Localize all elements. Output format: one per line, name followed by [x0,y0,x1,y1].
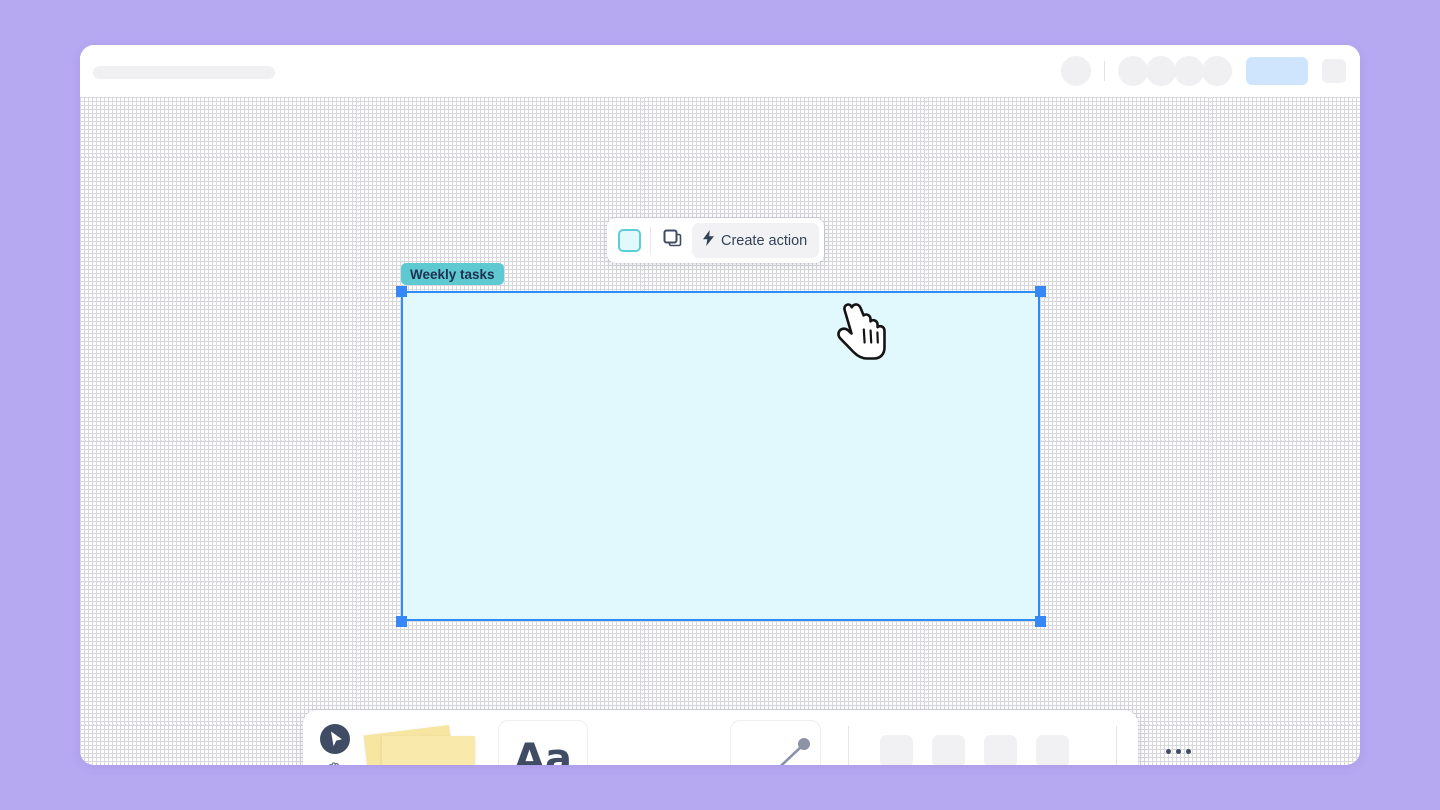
gridline-vertical [358,97,359,765]
selection-handle-bottom-left[interactable] [396,616,407,627]
avatar[interactable] [1174,56,1204,86]
app-window: Weekly tasks Create action Aa [80,45,1360,765]
gridline-vertical [1210,97,1211,765]
frame-icon [663,229,682,253]
canvas[interactable]: Weekly tasks Create action Aa [80,97,1360,765]
avatar[interactable] [1146,56,1176,86]
frame-label-text: Weekly tasks [410,266,495,282]
toolbar-placeholder-group [880,735,1069,765]
hand-icon[interactable] [324,762,353,765]
toolbar-placeholder-1[interactable] [880,735,913,765]
toolbar-placeholder-2[interactable] [932,735,965,765]
selection-handle-bottom-right[interactable] [1035,616,1046,627]
line-tool[interactable] [730,720,821,765]
text-tool-label: Aa [514,739,572,766]
avatar[interactable] [1202,56,1232,86]
frame-shape[interactable] [401,291,1040,621]
gridline-vertical [1068,97,1069,765]
gridline-vertical [1352,97,1353,765]
board-title-placeholder[interactable] [93,66,275,79]
toolbar-divider [848,726,849,765]
bottom-toolbar: Aa [303,710,1191,765]
header-divider [1104,61,1105,81]
selection-handle-top-left[interactable] [396,286,407,297]
color-swatch-button[interactable] [612,223,646,258]
ellipsis-icon [1175,748,1181,754]
toolbar-placeholder-4[interactable] [1036,735,1069,765]
text-tool[interactable]: Aa [498,720,588,765]
gridline-horizontal [80,156,1360,157]
create-action-label: Create action [721,232,808,249]
avatar-stack [1118,56,1232,86]
more-options-button[interactable] [1158,740,1198,762]
app-header [80,45,1360,97]
cursor-arrow-icon[interactable] [319,724,351,759]
context-toolbar-divider [650,227,651,254]
sticky-note-front [382,736,475,765]
share-button[interactable] [1246,57,1308,85]
header-icon-button[interactable] [1061,56,1091,86]
lightning-bolt-icon [702,230,715,251]
header-menu-button[interactable] [1322,59,1346,83]
gridline-vertical [216,97,217,765]
frame-label[interactable]: Weekly tasks [401,263,504,285]
ellipsis-icon [1185,748,1191,754]
create-action-button[interactable]: Create action [692,223,820,258]
ellipsis-icon [1165,748,1171,754]
avatar[interactable] [1118,56,1148,86]
selection-handle-top-right[interactable] [1035,286,1046,297]
frame-tool-button[interactable] [655,223,689,258]
header-actions [1061,45,1346,97]
select-tool[interactable] [319,723,353,765]
context-toolbar: Create action [607,218,825,263]
toolbar-divider [1116,726,1117,765]
sticky-note-tool[interactable] [363,718,479,765]
toolbar-placeholder-3[interactable] [984,735,1017,765]
color-swatch-icon [617,229,641,252]
